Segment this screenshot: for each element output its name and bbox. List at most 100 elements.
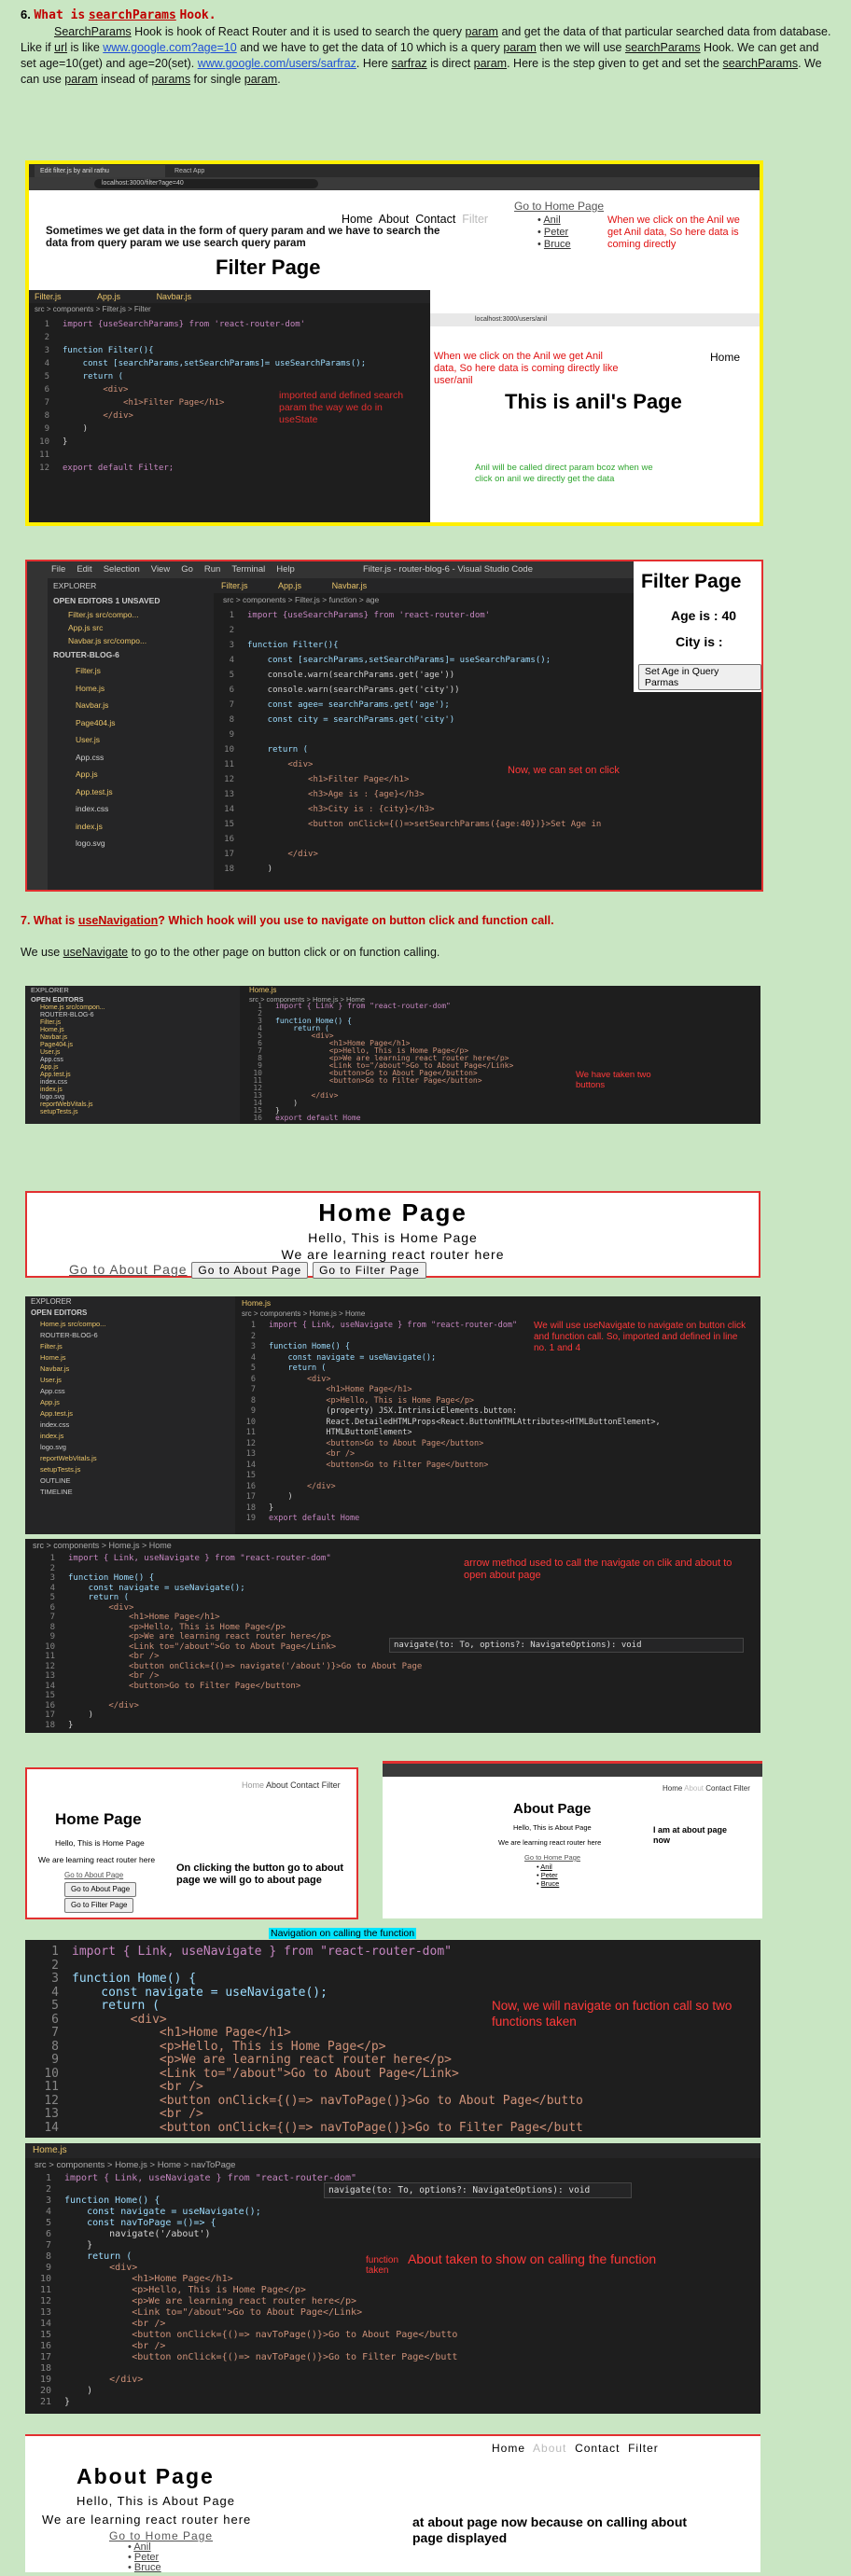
file-tree-item[interactable]: Page404.js bbox=[48, 714, 214, 732]
file-tree-item[interactable]: User.js bbox=[25, 1375, 235, 1386]
file-tree-item[interactable]: logo.svg bbox=[25, 1094, 240, 1101]
nav-home-link[interactable]: Home bbox=[242, 1780, 264, 1790]
nav-contact-link[interactable]: Contact bbox=[415, 213, 455, 226]
file-tree-item[interactable]: Home.js bbox=[25, 1027, 240, 1034]
file-tree-item[interactable]: Filter.js bbox=[48, 662, 214, 680]
editor-tab[interactable]: Filter.js bbox=[214, 581, 248, 590]
nav-about-link[interactable]: About bbox=[379, 213, 410, 226]
go-home-link[interactable]: Go to Home Page bbox=[109, 2529, 213, 2542]
editor-tab[interactable]: Home.js bbox=[249, 986, 276, 995]
menu-item-go[interactable]: Go bbox=[181, 564, 193, 575]
editor-tab[interactable]: Home.js bbox=[25, 2145, 67, 2155]
browser-tab[interactable]: React App bbox=[169, 165, 272, 177]
go-home-link[interactable]: Go to Home Page bbox=[524, 1853, 580, 1862]
menu-item-run[interactable]: Run bbox=[204, 564, 220, 575]
editor-tab[interactable]: Filter.js bbox=[29, 292, 62, 301]
open-editors[interactable]: OPEN EDITORS bbox=[25, 995, 240, 1004]
file-tree-item[interactable]: App.js bbox=[25, 1064, 240, 1072]
file-tree-item[interactable]: index.js bbox=[25, 1087, 240, 1094]
file-tree-item[interactable]: Filter.js bbox=[25, 1019, 240, 1027]
editor-tab[interactable]: App.js bbox=[63, 292, 120, 301]
file-tree-item[interactable]: ROUTER-BLOG-6 bbox=[25, 1012, 240, 1019]
file-tree-item[interactable]: Navbar.js bbox=[25, 1364, 235, 1375]
file-tree-item[interactable]: index.css bbox=[48, 800, 214, 818]
menu-item-terminal[interactable]: Terminal bbox=[231, 564, 265, 575]
editor-tab[interactable]: Home.js bbox=[242, 1298, 271, 1308]
nav-contact-link[interactable]: Contact bbox=[705, 1784, 732, 1793]
list-item[interactable]: • Anil bbox=[537, 1863, 559, 1871]
paragraph-link[interactable]: www.google.com?age=10 bbox=[103, 41, 237, 54]
menu-item-file[interactable]: File bbox=[51, 564, 65, 575]
file-tree-item[interactable]: App.css bbox=[48, 749, 214, 767]
go-about-link[interactable]: Go to About Page bbox=[64, 1870, 136, 1881]
browser-tab[interactable]: Edit filter.js by anil rathu bbox=[35, 165, 165, 177]
file-tree-item[interactable]: Navbar.js bbox=[48, 697, 214, 714]
file-tree-item[interactable]: ROUTER-BLOG-6 bbox=[25, 1330, 235, 1341]
nav-contact-link[interactable]: Contact bbox=[575, 2442, 620, 2455]
nav-filter-link[interactable]: Filter bbox=[628, 2442, 659, 2455]
open-editors[interactable]: OPEN EDITORS bbox=[25, 1308, 235, 1319]
go-about-button[interactable]: Go to About Page bbox=[64, 1882, 137, 1897]
menu-item-selection[interactable]: Selection bbox=[104, 564, 140, 575]
nav-filter-link[interactable]: Filter bbox=[462, 213, 488, 226]
nav-filter-link[interactable]: Filter bbox=[733, 1784, 750, 1793]
menu-item-view[interactable]: View bbox=[151, 564, 170, 575]
file-tree-item[interactable]: User.js bbox=[48, 731, 214, 749]
url-input[interactable]: localhost:3000/filter?age=40 bbox=[94, 179, 318, 188]
file-tree-item[interactable]: logo.svg bbox=[48, 835, 214, 852]
list-item[interactable]: • Anil bbox=[537, 215, 571, 227]
file-tree-item[interactable]: App.test.js bbox=[25, 1408, 235, 1420]
go-filter-button[interactable]: Go to Filter Page bbox=[64, 1898, 134, 1913]
go-filter-button[interactable]: Go to Filter Page bbox=[313, 1262, 426, 1279]
file-tree-item[interactable]: Page404.js bbox=[25, 1042, 240, 1049]
file-tree-item[interactable]: setupTests.js bbox=[25, 1109, 240, 1116]
file-tree-item[interactable]: App.js bbox=[48, 766, 214, 783]
nav-home-link[interactable]: Home bbox=[663, 1784, 682, 1793]
project-folder[interactable]: ROUTER-BLOG-6 bbox=[48, 647, 214, 662]
list-item[interactable]: • Peter bbox=[537, 227, 571, 239]
file-tree-item[interactable]: Home.js src/compon... bbox=[25, 1004, 240, 1012]
file-tree-item[interactable]: index.js bbox=[25, 1431, 235, 1442]
file-tree-item[interactable]: App.test.js bbox=[48, 783, 214, 801]
file-tree-item[interactable]: TIMELINE bbox=[25, 1487, 235, 1498]
editor-tab[interactable]: Navbar.js bbox=[304, 581, 368, 590]
menu-item-edit[interactable]: Edit bbox=[77, 564, 91, 575]
nav-about-link[interactable]: About bbox=[533, 2442, 566, 2455]
menu-item-help[interactable]: Help bbox=[276, 564, 295, 575]
file-tree-item[interactable]: index.css bbox=[25, 1420, 235, 1431]
url-input[interactable]: localhost:3000/users/anil bbox=[475, 315, 624, 325]
nav-home-link[interactable]: Home bbox=[710, 351, 740, 364]
file-tree-item[interactable]: App.css bbox=[25, 1057, 240, 1064]
file-tree-item[interactable]: Navbar.js bbox=[25, 1034, 240, 1042]
file-tree-item[interactable]: Home.js bbox=[25, 1352, 235, 1364]
file-tree-item[interactable]: reportWebVitals.js bbox=[25, 1453, 235, 1464]
file-tree-item[interactable]: logo.svg bbox=[25, 1442, 235, 1453]
file-tree-item[interactable]: Filter.js bbox=[25, 1341, 235, 1352]
file-tree-item[interactable]: Navbar.js src/compo... bbox=[48, 634, 214, 647]
list-item[interactable]: • Peter bbox=[537, 1871, 559, 1879]
list-item[interactable]: • Bruce bbox=[537, 1879, 559, 1888]
file-tree-item[interactable]: index.js bbox=[48, 818, 214, 836]
nav-contact-link[interactable]: Contact bbox=[290, 1780, 319, 1790]
file-tree-item[interactable]: App.js src bbox=[48, 621, 214, 634]
nav-about-link[interactable]: About bbox=[684, 1784, 704, 1793]
go-home-link[interactable]: Go to Home Page bbox=[514, 200, 604, 213]
file-tree-item[interactable]: App.test.js bbox=[25, 1072, 240, 1079]
nav-about-link[interactable]: About bbox=[266, 1780, 288, 1790]
file-tree-item[interactable]: User.js bbox=[25, 1049, 240, 1057]
file-tree-item[interactable]: Home.js bbox=[48, 680, 214, 698]
paragraph-link[interactable]: www.google.com/users/sarfraz bbox=[198, 57, 356, 70]
file-tree-item[interactable]: OUTLINE bbox=[25, 1475, 235, 1487]
file-tree-item[interactable]: reportWebVitals.js bbox=[25, 1101, 240, 1109]
list-item[interactable]: • Bruce bbox=[537, 239, 571, 251]
nav-filter-link[interactable]: Filter bbox=[322, 1780, 341, 1790]
file-tree-item[interactable]: index.css bbox=[25, 1079, 240, 1087]
list-item[interactable]: • Bruce bbox=[128, 2563, 161, 2573]
open-editors[interactable]: OPEN EDITORS 1 UNSAVED bbox=[48, 593, 214, 608]
file-tree-item[interactable]: App.css bbox=[25, 1386, 235, 1397]
nav-home-link[interactable]: Home bbox=[342, 213, 372, 226]
file-tree-item[interactable]: Home.js src/compo... bbox=[25, 1319, 235, 1330]
editor-tab[interactable]: Navbar.js bbox=[123, 292, 192, 301]
file-tree-item[interactable]: App.js bbox=[25, 1397, 235, 1408]
file-tree-item[interactable]: setupTests.js bbox=[25, 1464, 235, 1475]
